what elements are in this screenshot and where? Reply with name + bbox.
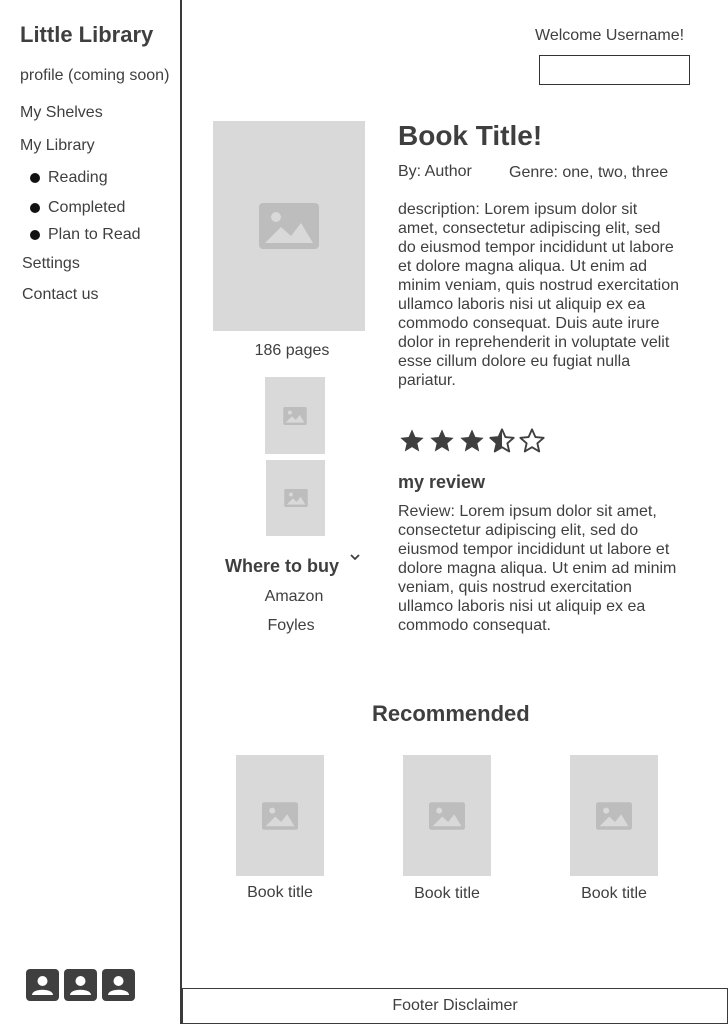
store-link-amazon[interactable]: Amazon xyxy=(244,588,344,606)
where-to-buy-heading: Where to buy xyxy=(225,556,340,576)
image-placeholder-icon xyxy=(596,801,632,830)
recommended-book-cover[interactable] xyxy=(570,755,658,876)
book-genre: Genre: one, two, three xyxy=(509,164,669,181)
book-author: By: Author xyxy=(398,163,472,180)
sidebar-item-reading[interactable]: Reading xyxy=(30,169,108,187)
sidebar-item-plan-to-read[interactable]: Plan to Read xyxy=(30,226,141,244)
app-title[interactable]: Little Library xyxy=(20,22,153,48)
recommended-book-cover[interactable] xyxy=(236,755,324,876)
sidebar-item-my-shelves[interactable]: My Shelves xyxy=(20,104,103,122)
book-title: Book Title! xyxy=(398,120,543,151)
footer: Footer Disclaimer xyxy=(182,988,728,1024)
recommended-book-title[interactable]: Book title xyxy=(554,885,674,903)
star-empty-icon[interactable] xyxy=(518,426,546,456)
bullet-icon xyxy=(30,230,40,240)
sidebar-item-profile[interactable]: profile (coming soon) xyxy=(20,67,169,85)
sidebar-item-label: Completed xyxy=(48,199,126,216)
recommended-book-title[interactable]: Book title xyxy=(387,885,507,903)
book-cover[interactable] xyxy=(213,121,365,331)
image-placeholder-icon xyxy=(259,203,319,249)
welcome-text: Welcome Username! xyxy=(535,27,685,44)
sidebar-item-settings[interactable]: Settings xyxy=(22,255,80,273)
review-text: Review: Lorem ipsum dolor sit amet, cons… xyxy=(398,503,677,634)
search-input[interactable] xyxy=(539,55,690,85)
sidebar-item-label: Plan to Read xyxy=(48,226,141,243)
star-half-icon[interactable] xyxy=(488,426,516,456)
my-review-heading: my review xyxy=(398,472,486,492)
page-count: 186 pages xyxy=(254,342,330,359)
sidebar-item-label: Reading xyxy=(48,169,108,186)
star-filled-icon[interactable] xyxy=(458,426,486,456)
bullet-icon xyxy=(30,173,40,183)
star-filled-icon[interactable] xyxy=(428,426,456,456)
sidebar-footer-icons xyxy=(26,969,135,1001)
sidebar-item-completed[interactable]: Completed xyxy=(30,199,125,217)
image-placeholder-icon xyxy=(283,489,308,507)
book-description: description: Lorem ipsum dolor sit amet,… xyxy=(398,201,680,389)
recommended-book-title[interactable]: Book title xyxy=(220,884,340,902)
user-badge-icon[interactable] xyxy=(102,969,135,1001)
image-placeholder-icon xyxy=(262,801,298,830)
chevron-down-icon[interactable] xyxy=(349,552,361,562)
bullet-icon xyxy=(30,203,40,213)
sidebar-item-my-library[interactable]: My Library xyxy=(20,137,95,155)
user-badge-icon[interactable] xyxy=(64,969,97,1001)
star-rating[interactable] xyxy=(398,426,546,456)
store-link-foyles[interactable]: Foyles xyxy=(241,617,341,635)
sidebar-item-contact[interactable]: Contact us xyxy=(22,286,98,304)
image-placeholder-icon xyxy=(283,406,307,425)
user-badge-icon[interactable] xyxy=(26,969,59,1001)
recommended-heading: Recommended xyxy=(372,701,530,726)
book-thumbnail[interactable] xyxy=(266,460,325,536)
star-filled-icon[interactable] xyxy=(398,426,426,456)
footer-disclaimer: Footer Disclaimer xyxy=(392,997,518,1014)
book-thumbnail[interactable] xyxy=(265,377,325,454)
recommended-book-cover[interactable] xyxy=(403,755,491,876)
image-placeholder-icon xyxy=(429,801,465,830)
